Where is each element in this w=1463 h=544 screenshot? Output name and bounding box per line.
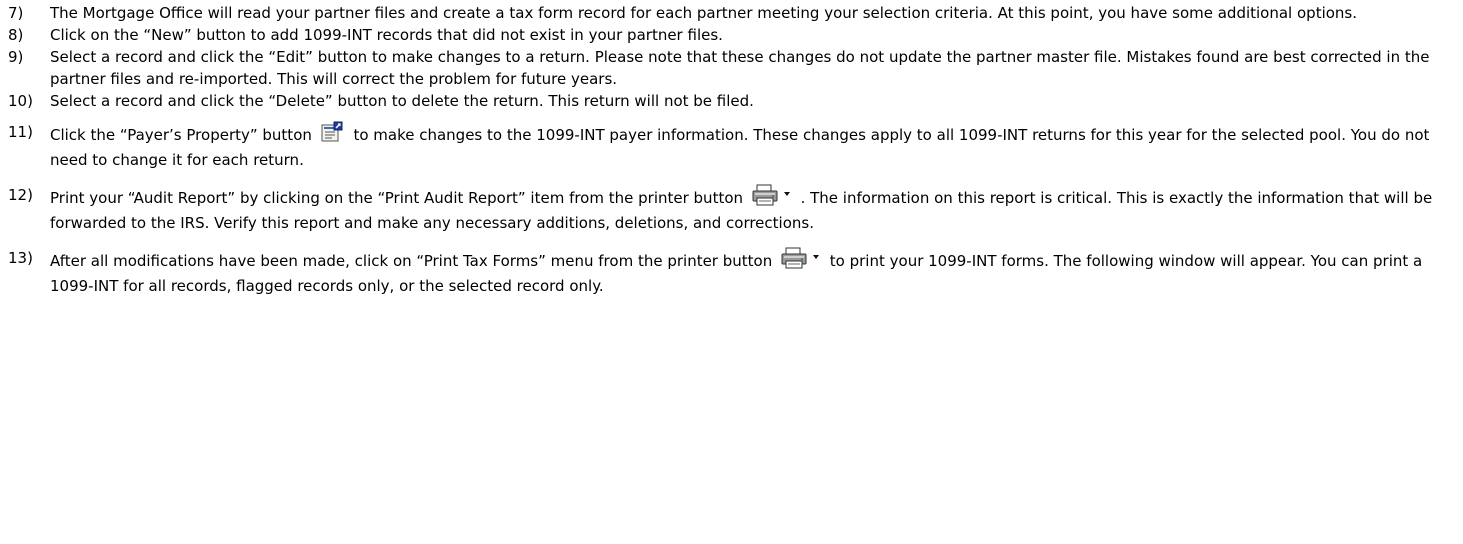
- instruction-list: 7) The Mortgage Office will read your pa…: [8, 0, 1456, 297]
- step-12: 12) Print your “Audit Report” by clickin…: [8, 184, 1456, 234]
- step-text-before: Click the “Payer’s Property” button: [50, 126, 312, 144]
- printer-dropdown-icon: [781, 247, 821, 275]
- step-number: 11): [8, 123, 33, 141]
- step-number: 13): [8, 249, 33, 267]
- step-text: Select a record and click the “Edit” but…: [50, 48, 1430, 88]
- step-text-before: After all modifications have been made, …: [50, 252, 773, 270]
- payer-property-icon: [321, 121, 345, 149]
- step-text: Select a record and click the “Delete” b…: [50, 92, 754, 110]
- step-number: 12): [8, 186, 33, 204]
- step-7: 7) The Mortgage Office will read your pa…: [8, 2, 1456, 24]
- step-number: 10): [8, 92, 33, 110]
- step-number: 9): [8, 48, 24, 66]
- step-9: 9) Select a record and click the “Edit” …: [8, 46, 1456, 90]
- step-8: 8) Click on the “New” button to add 1099…: [8, 24, 1456, 46]
- step-text-before: Print your “Audit Report” by clicking on…: [50, 189, 744, 207]
- step-11: 11) Click the “Payer’s Property” button …: [8, 121, 1456, 171]
- step-10: 10) Select a record and click the “Delet…: [8, 90, 1456, 112]
- step-number: 8): [8, 26, 24, 44]
- step-number: 7): [8, 4, 24, 22]
- printer-dropdown-icon: [752, 184, 792, 212]
- step-13: 13) After all modifications have been ma…: [8, 247, 1456, 297]
- step-text: Click on the “New” button to add 1099-IN…: [50, 26, 723, 44]
- step-text: The Mortgage Office will read your partn…: [50, 4, 1358, 22]
